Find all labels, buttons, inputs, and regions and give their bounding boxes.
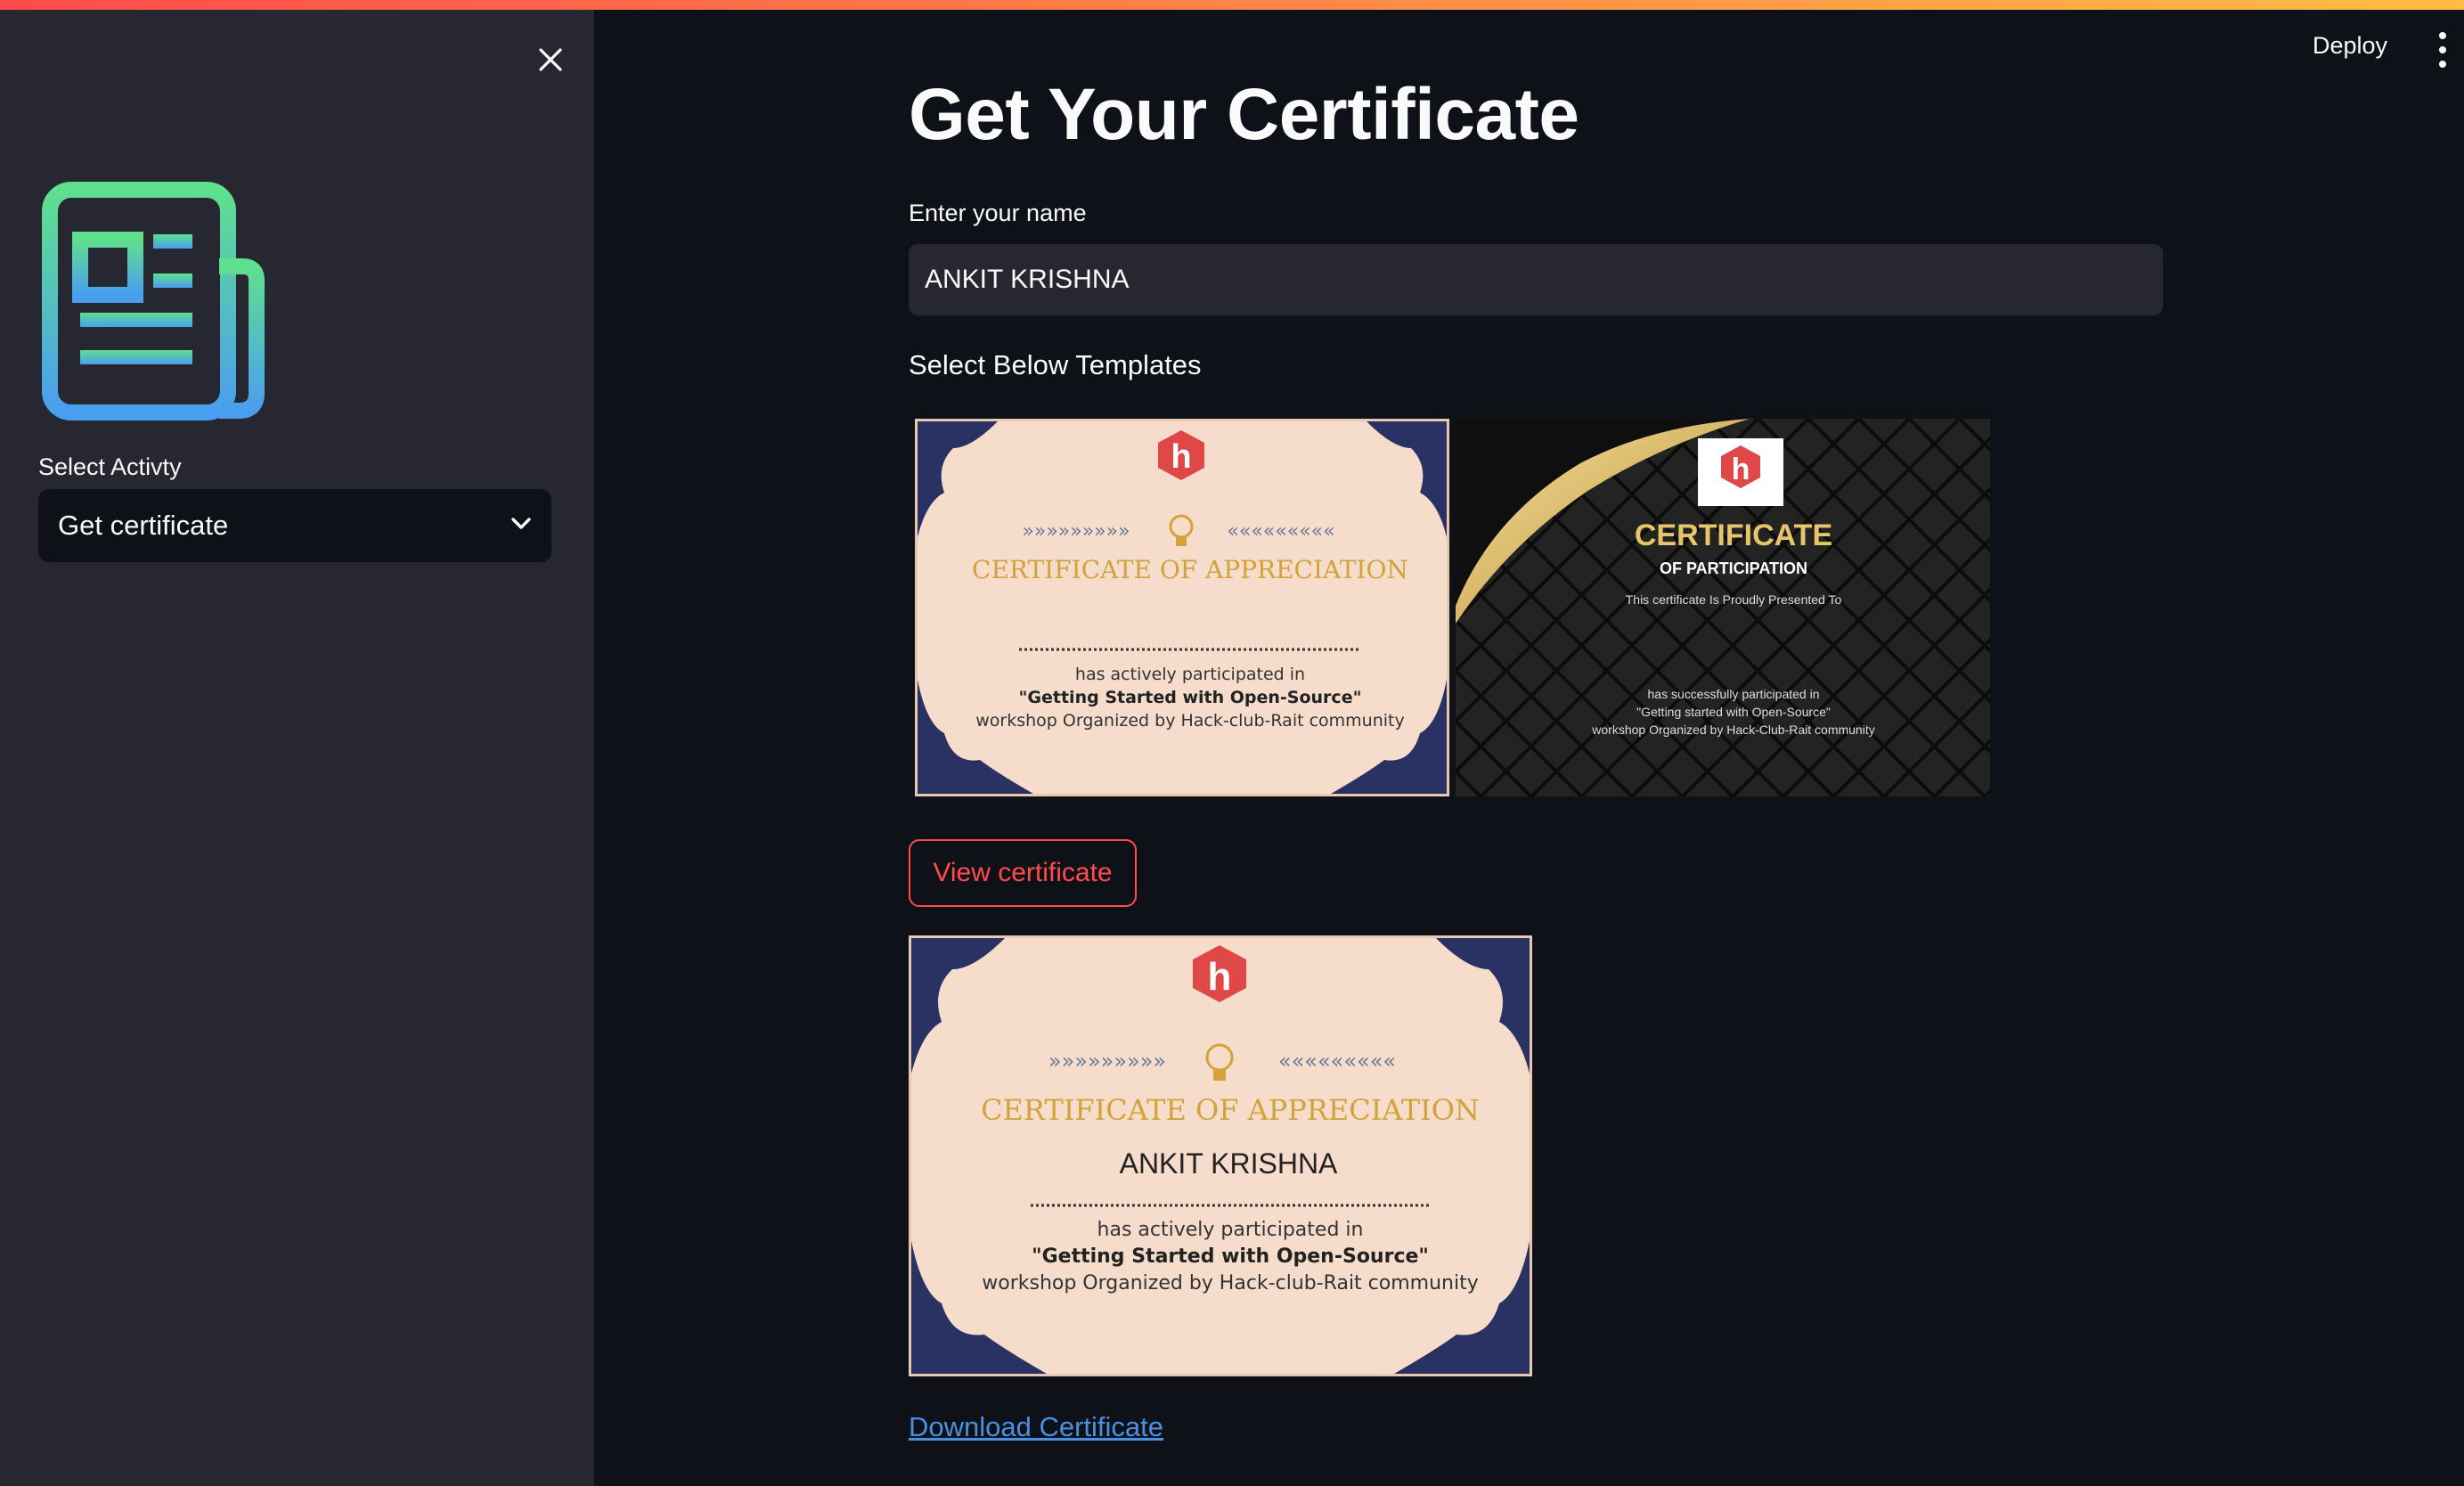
view-certificate-button[interactable]: View certificate [909,839,1137,907]
activity-select-value: Get certificate [58,510,229,541]
svg-text:CERTIFICATE OF APPRECIATION: CERTIFICATE OF APPRECIATION [981,1093,1480,1127]
svg-text:"Getting started with Open-Sou: "Getting started with Open-Source" [1636,705,1831,719]
template-appreciation[interactable]: h »»»»»»»»» ««««««««« CERTIFICATE OF APP… [915,419,1449,796]
svg-text:This certificate Is Proudly Pr: This certificate Is Proudly Presented To [1626,592,1842,607]
svg-text:has actively participated in: has actively participated in [1097,1219,1364,1241]
hackclub-logo-letter: h [1208,955,1232,999]
chevron-down-icon [510,517,532,535]
close-icon[interactable] [531,40,570,79]
deploy-button[interactable]: Deploy [2313,32,2387,60]
svg-text:workshop Organized by Hack-clu: workshop Organized by Hack-club-Rait com… [975,711,1404,731]
svg-text:"Getting Started with Open-Sou: "Getting Started with Open-Source" [1019,688,1362,707]
svg-text:»»»»»»»»»: »»»»»»»»» [1048,1049,1166,1074]
svg-text:workshop Organized by Hack-Clu: workshop Organized by Hack-Club-Rait com… [1591,723,1874,737]
svg-text:»»»»»»»»»: »»»»»»»»» [1022,520,1130,543]
certificate-preview: h »»»»»»»»» ««««««««« CERTIFICATE OF APP… [909,935,1532,1376]
sidebar: Select Activty Get certificate [0,10,594,1486]
activity-select[interactable]: Get certificate [38,489,551,562]
svg-text:has successfully participated: has successfully participated in [1648,687,1820,701]
name-input-label: Enter your name [909,200,1087,226]
template-participation[interactable]: h CERTIFICATE OF PARTICIPATION This cert… [1456,419,1990,796]
svg-text:OF PARTICIPATION: OF PARTICIPATION [1660,559,1807,577]
top-decoration-bar [0,0,2464,10]
svg-text:CERTIFICATE: CERTIFICATE [1635,518,1832,552]
svg-text:workshop Organized by Hack-clu: workshop Organized by Hack-club-Rait com… [982,1272,1479,1294]
download-certificate-link[interactable]: Download Certificate [909,1411,1163,1443]
main-menu-icon[interactable] [2435,32,2450,68]
name-input[interactable] [909,244,2163,315]
svg-text:«««««««««: ««««««««« [1278,1049,1396,1074]
hackclub-logo-letter: h [1171,438,1191,476]
svg-text:"Getting Started with Open-Sou: "Getting Started with Open-Source" [1032,1245,1429,1268]
newspaper-icon [41,181,265,421]
recipient-name: ANKIT KRISHNA [1120,1147,1338,1180]
svg-text:«««««««««: ««««««««« [1227,520,1334,543]
templates-label: Select Below Templates [909,349,1202,380]
select-activity-label: Select Activty [38,453,182,480]
svg-text:CERTIFICATE OF APPRECIATION: CERTIFICATE OF APPRECIATION [972,555,1408,584]
page-title: Get Your Certificate [909,74,1579,155]
svg-text:h: h [1732,453,1750,486]
svg-text:has actively participated in: has actively participated in [1075,665,1305,684]
